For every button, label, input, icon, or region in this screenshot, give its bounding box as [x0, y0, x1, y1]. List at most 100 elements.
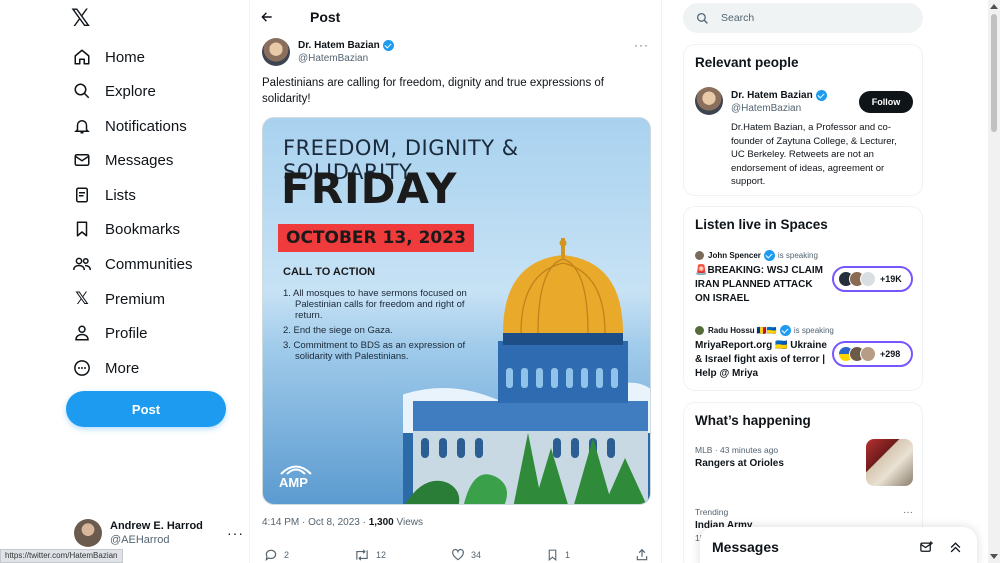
page-title: Post [310, 9, 341, 25]
scroll-up-arrow-icon[interactable] [990, 4, 998, 9]
nav-notifications[interactable]: Notifications [72, 113, 187, 139]
scrollbar[interactable] [988, 0, 1000, 563]
card-title: Listen live in Spaces [695, 217, 828, 232]
poster-list-item: 2. End the siege on Gaza. [283, 325, 393, 336]
avatar [860, 346, 876, 362]
main-column: Post Dr. Hatem Bazian @HatemBazian ··· P… [249, 0, 662, 563]
x-logo-icon[interactable]: 𝕏 [71, 7, 95, 31]
post-image[interactable]: FREEDOM, DIGNITY & SOLIDARITY FRIDAY OCT… [262, 117, 651, 505]
post-time[interactable]: 4:14 PM · Oct 8, 2023 · [262, 517, 369, 528]
listener-count: +19K [880, 274, 902, 284]
search-icon [72, 81, 92, 101]
listener-count: +298 [880, 349, 901, 359]
nav-label: Profile [105, 324, 148, 342]
spaces-card: Listen live in Spaces John Spencer is spe… [683, 206, 923, 391]
post-timestamp: 4:14 PM · Oct 8, 2023 · 1,300 Views [262, 517, 423, 528]
home-icon [72, 47, 92, 67]
verified-badge-icon [779, 325, 791, 336]
person-handle[interactable]: @HatemBazian [731, 102, 827, 115]
trend-item[interactable]: MLB · 43 minutes ago Rangers at Orioles [695, 439, 913, 486]
poster-heading: FRIDAY [281, 164, 458, 213]
messages-drawer[interactable]: Messages [700, 527, 977, 563]
person-name[interactable]: Dr. Hatem Bazian [731, 89, 813, 102]
bell-icon [72, 116, 92, 136]
nav-label: Communities [105, 255, 193, 273]
poster-date: OCTOBER 13, 2023 [278, 224, 474, 252]
nav-label: Premium [105, 290, 166, 308]
verified-badge-icon [763, 250, 775, 261]
author-handle[interactable]: @HatemBazian [298, 52, 394, 65]
people-icon [72, 254, 92, 274]
repost-count: 12 [376, 550, 387, 560]
chevron-up-icon[interactable] [948, 540, 963, 555]
account-name: Andrew E. Harrod [110, 520, 203, 532]
dome-illustration [403, 238, 650, 504]
repost-icon [356, 549, 368, 561]
avatar [74, 519, 102, 547]
right-sidebar: Relevant people Dr. Hatem Bazian @HatemB… [662, 0, 1000, 563]
host-avatar [695, 326, 704, 335]
account-handle: @AEHarrod [110, 534, 170, 546]
share-icon [636, 548, 648, 561]
bookmark-icon [548, 549, 557, 562]
avatar[interactable] [262, 38, 290, 66]
speaking-label: is speaking [793, 326, 834, 335]
nav-bookmarks[interactable]: Bookmarks [72, 216, 180, 242]
search-box[interactable] [683, 3, 923, 33]
person-bio: Dr.Hatem Bazian, a Professor and co-foun… [731, 122, 897, 187]
scroll-down-arrow-icon[interactable] [990, 554, 998, 559]
left-sidebar: 𝕏 Home Explore Notifications Messages Li… [0, 0, 249, 563]
author-name[interactable]: Dr. Hatem Bazian [298, 39, 380, 52]
space-listeners-pill[interactable]: +298 [832, 341, 913, 367]
nav-communities[interactable]: Communities [72, 251, 193, 277]
nav-profile[interactable]: Profile [72, 320, 148, 346]
verified-badge-icon [382, 40, 394, 51]
nav-label: Explore [105, 82, 156, 100]
nav-explore[interactable]: Explore [72, 78, 156, 104]
nav-more[interactable]: More [72, 355, 139, 381]
scrollbar-thumb[interactable] [991, 14, 997, 132]
follow-button[interactable]: Follow [859, 91, 913, 113]
verified-badge-icon [815, 90, 827, 101]
views-count: 1,300 [368, 517, 394, 528]
post-button[interactable]: Post [66, 391, 226, 427]
space-item[interactable]: Radu Hossu 🇷🇴🇺🇦 is speaking MriyaReport.o… [695, 325, 913, 381]
new-message-icon[interactable] [919, 540, 934, 555]
heart-icon [452, 548, 464, 561]
reply-button[interactable]: 2 [264, 548, 289, 562]
trend-thumbnail [866, 439, 913, 486]
card-title: What’s happening [695, 413, 811, 428]
more-options-icon[interactable]: ··· [634, 38, 649, 52]
views-label: Views [393, 517, 424, 528]
more-options-icon[interactable]: ··· [903, 507, 913, 518]
account-switcher[interactable]: Andrew E. Harrod @AEHarrod ··· [74, 518, 244, 548]
nav-messages[interactable]: Messages [72, 147, 173, 173]
post-author[interactable]: Dr. Hatem Bazian @HatemBazian [262, 38, 394, 66]
like-count: 34 [471, 550, 482, 560]
bookmark-button[interactable]: 1 [546, 548, 570, 562]
space-listeners-pill[interactable]: +19K [832, 266, 913, 292]
envelope-icon [72, 150, 92, 170]
search-input[interactable] [721, 12, 901, 24]
poster-list-item: 1. All mosques to have sermons focused o… [283, 288, 467, 321]
avatar [860, 271, 876, 287]
nav-premium[interactable]: 𝕏 Premium [72, 286, 165, 312]
like-button[interactable]: 34 [451, 548, 481, 562]
nav-label: Bookmarks [105, 220, 181, 238]
space-item[interactable]: John Spencer is speaking 🚨BREAKING: WSJ C… [695, 250, 913, 306]
status-bar-url: https://twitter.com/HatemBazian [0, 549, 123, 563]
bookmark-count: 1 [565, 550, 571, 560]
host-avatar [695, 251, 704, 260]
nav-label: More [105, 359, 140, 377]
repost-button[interactable]: 12 [354, 548, 386, 562]
back-arrow-icon[interactable] [260, 10, 278, 24]
reply-icon [265, 549, 277, 562]
relevant-people-card: Relevant people Dr. Hatem Bazian @HatemB… [683, 44, 923, 196]
nav-home[interactable]: Home [72, 44, 145, 70]
poster-list-item: 3. Commitment to BDS as an expression of… [283, 340, 466, 362]
amp-logo-mark-icon [280, 465, 312, 475]
avatar[interactable] [695, 87, 723, 115]
share-button[interactable] [635, 548, 649, 562]
amp-logo: AMP [279, 463, 313, 490]
nav-lists[interactable]: Lists [72, 182, 136, 208]
